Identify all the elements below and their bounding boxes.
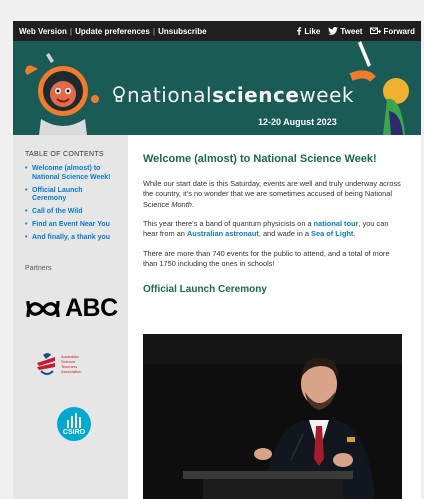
text-run: , and wade in a xyxy=(258,229,312,239)
tweet-label: Tweet xyxy=(340,26,363,36)
social-links: Like Tweet Forward xyxy=(296,27,415,36)
abc-logo-text: ABC xyxy=(65,294,118,323)
tweet-button[interactable]: Tweet xyxy=(328,27,362,36)
australian-astronaut-link[interactable]: Australian astronaut xyxy=(187,229,259,238)
asta-logo[interactable]: Australian Science Teachers Association xyxy=(25,351,118,377)
text-run: This year there's a band of quantum phys… xyxy=(143,219,314,229)
twitter-icon xyxy=(328,27,339,35)
national-science-week-logo: nationalscienceweek xyxy=(113,79,353,119)
email-forward-icon xyxy=(370,27,382,34)
asta-line: Association xyxy=(61,369,82,375)
launch-ceremony-heading: Official Launch Ceremony xyxy=(143,283,267,295)
asta-logo-text: Australian Science Teachers Association xyxy=(61,354,101,375)
sea-of-light-link[interactable]: Sea of Light xyxy=(311,229,353,238)
event-count-paragraph: There are more than 740 events for the p… xyxy=(143,248,390,269)
asta-emblem-icon xyxy=(37,353,55,376)
csiro-logo[interactable]: CSIRO xyxy=(57,407,91,442)
events-paragraph: This year there's a band of quantum phys… xyxy=(143,219,405,240)
toc-link-welcome[interactable]: Welcome (almost) to National Science Wee… xyxy=(25,165,118,183)
forward-button[interactable]: Forward xyxy=(370,27,415,36)
partners-label: Partners xyxy=(25,265,52,273)
toc-link-find-event[interactable]: Find an Event Near You xyxy=(25,221,118,230)
toc-link-thank-you[interactable]: And finally, a thank you xyxy=(25,234,118,243)
text-run: . xyxy=(353,229,356,239)
abc-logo[interactable]: ABC xyxy=(25,294,118,323)
lightbulb-icon xyxy=(113,86,125,102)
toc-link-call-of-the-wild[interactable]: Call of the Wild xyxy=(25,208,118,217)
csiro-bars-icon xyxy=(67,413,81,429)
national-tour-link[interactable]: national tour xyxy=(314,219,359,228)
launch-ceremony-photo xyxy=(143,334,402,499)
email-header-bar: Web Version | Update preferences | Unsubscri… xyxy=(13,21,421,41)
toc-heading: TABLE OF CONTENTS xyxy=(25,151,104,158)
sidebar: TABLE OF CONTENTS Welcome (almost) to Na… xyxy=(13,135,128,499)
facebook-icon xyxy=(297,27,302,35)
event-dates: 12-20 August 2023 xyxy=(258,117,337,127)
toc-link-launch-ceremony[interactable]: Official Launch Ceremony xyxy=(25,187,118,205)
like-label: Like xyxy=(304,26,321,36)
update-preferences-link[interactable]: Update preferences xyxy=(75,27,150,36)
divider: | xyxy=(152,26,156,36)
scientist-illustration xyxy=(349,41,409,135)
web-version-link[interactable]: Web Version xyxy=(19,27,67,36)
text-run: . xyxy=(191,199,194,209)
header-links: Web Version | Update preferences | Unsubscri… xyxy=(19,27,207,36)
emphasis-text: Month xyxy=(171,199,192,209)
csiro-logo-text: CSIRO xyxy=(62,429,86,437)
intro-paragraph: While our start date is this Saturday, e… xyxy=(143,179,405,210)
unsubscribe-link[interactable]: Unsubscribe xyxy=(158,27,206,36)
divider: | xyxy=(69,26,73,36)
astronaut-illustration xyxy=(25,53,99,135)
speaker-at-podium-image xyxy=(143,334,402,499)
welcome-heading: Welcome (almost) to National Science Wee… xyxy=(143,153,377,165)
abc-lissajous-icon xyxy=(26,300,60,317)
national-science-week-banner: nationalscienceweek 12-20 August 2023 xyxy=(13,41,421,135)
table-of-contents: Welcome (almost) to National Science Wee… xyxy=(25,165,118,242)
logo-word-national: national xyxy=(127,83,213,107)
logo-word-science: science xyxy=(212,83,300,107)
like-button[interactable]: Like xyxy=(296,27,320,36)
forward-label: Forward xyxy=(383,26,415,36)
